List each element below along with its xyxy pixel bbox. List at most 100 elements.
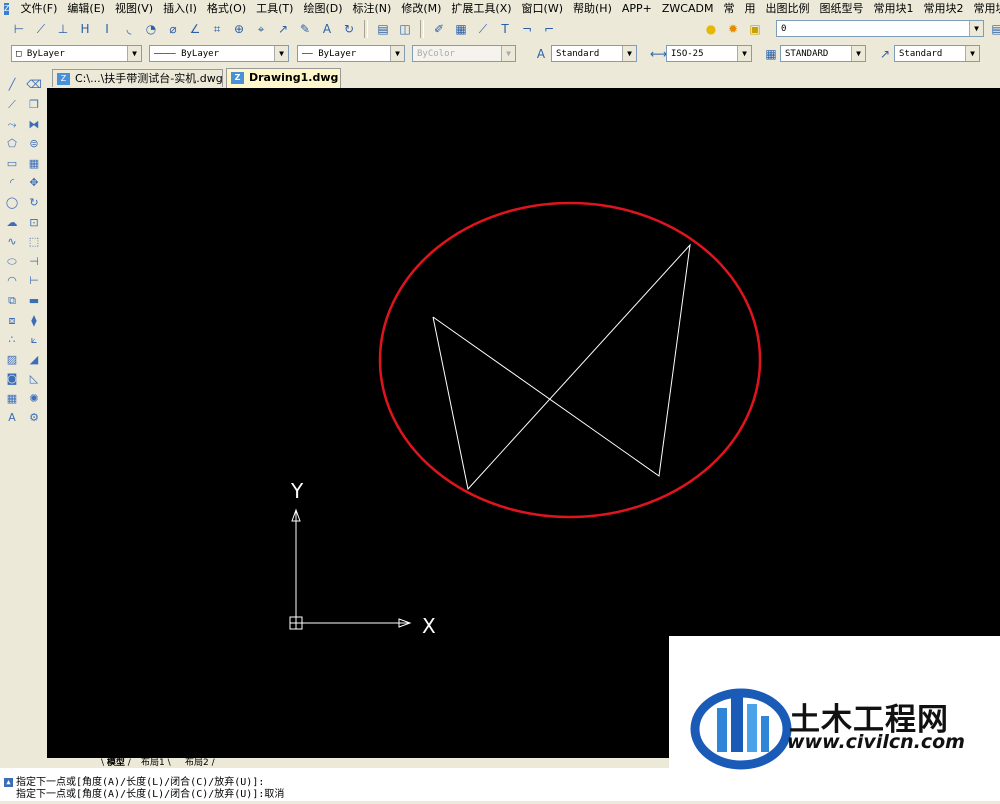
menu-tools[interactable]: 工具(T) — [251, 0, 298, 17]
dim-baseline-icon[interactable]: H — [76, 20, 94, 38]
rotate-icon[interactable]: ↻ — [26, 195, 42, 211]
menu-chang[interactable]: 常 — [718, 0, 739, 17]
menu-app-plus[interactable]: APP+ — [617, 0, 657, 17]
dim-leader-icon[interactable]: ↗ — [274, 20, 292, 38]
dim-arc-icon[interactable]: ◟ — [120, 20, 138, 38]
lightbulb-icon[interactable]: ● — [702, 20, 720, 38]
menu-zwcadm[interactable]: ZWCADM — [657, 0, 719, 17]
arc-icon[interactable]: ◜ — [4, 175, 20, 191]
erase-icon[interactable]: ⌫ — [26, 77, 42, 93]
tab-doc-2[interactable]: Z Drawing1.dwg — [226, 68, 341, 88]
line-icon[interactable]: ╱ — [4, 77, 20, 93]
region-icon[interactable]: ◙ — [4, 371, 20, 387]
menu-block3[interactable]: 常用块3 — [968, 0, 1000, 17]
dim-style-dropdown[interactable]: ISO-25 ▼ — [666, 45, 752, 62]
revcloud-icon[interactable]: ☁ — [4, 215, 20, 231]
xline-icon[interactable]: ⟋ — [4, 97, 20, 113]
menu-file[interactable]: 文件(F) — [15, 0, 62, 17]
polygon-icon[interactable]: ⬠ — [4, 136, 20, 152]
ellipse-arc-icon[interactable]: ◠ — [4, 273, 20, 289]
hatch-icon[interactable]: ▨ — [4, 352, 20, 368]
menu-edit[interactable]: 编辑(E) — [62, 0, 110, 17]
menu-extend-tools[interactable]: 扩展工具(X) — [446, 0, 516, 17]
layer-props-icon[interactable]: ▤ — [988, 20, 1000, 38]
join-icon[interactable]: ⧫ — [26, 313, 42, 329]
explode-icon[interactable]: ✺ — [26, 391, 42, 407]
dim-ordinate-icon[interactable]: ⊥ — [54, 20, 72, 38]
table-icon[interactable]: ▦ — [4, 391, 20, 407]
multileader-style-dropdown[interactable]: Standard ▼ — [894, 45, 980, 62]
extend-icon[interactable]: ⊢ — [26, 273, 42, 289]
app-icon[interactable]: Z — [4, 2, 10, 15]
line-break-icon[interactable]: ⌐ — [540, 20, 558, 38]
dim-diameter-icon[interactable]: ⌀ — [164, 20, 182, 38]
offset-icon[interactable]: ⊜ — [26, 136, 42, 152]
dim-quick-icon[interactable]: ⌗ — [208, 20, 226, 38]
menu-block1[interactable]: 常用块1 — [868, 0, 918, 17]
dim-tolerance-icon[interactable]: ⌖ — [252, 20, 270, 38]
mirror-icon[interactable]: ⧓ — [26, 117, 42, 133]
tab-model[interactable]: \ 模型 / — [101, 758, 131, 768]
point-icon[interactable]: ∴ — [4, 332, 20, 348]
dim-center-icon[interactable]: ⊕ — [230, 20, 248, 38]
menu-draw[interactable]: 绘图(D) — [298, 0, 347, 17]
polyline-icon[interactable]: ⤳ — [4, 117, 20, 133]
field-icon[interactable]: ¬ — [518, 20, 536, 38]
dim-style-icon[interactable]: ⟷ — [649, 45, 667, 63]
tab-doc-1[interactable]: Z C:\...\扶手带测试台-实机.dwg — [52, 69, 223, 87]
copy-icon[interactable]: ❐ — [26, 97, 42, 113]
menu-help[interactable]: 帮助(H) — [568, 0, 617, 17]
tab-layout2[interactable]: 布局2 / — [185, 758, 215, 768]
break-icon[interactable]: ▬ — [26, 293, 42, 309]
table-insert-icon[interactable]: ▦ — [452, 20, 470, 38]
menu-block2[interactable]: 常用块2 — [918, 0, 968, 17]
ellipse-icon[interactable]: ⬭ — [4, 254, 20, 270]
insert-block-icon[interactable]: ⧉ — [4, 293, 20, 309]
text-style-icon[interactable]: A — [532, 45, 550, 63]
layer-dropdown[interactable]: 0 ▼ — [776, 20, 984, 37]
trim-icon[interactable]: ⊣ — [26, 254, 42, 270]
table-style-icon[interactable]: ▦ — [762, 45, 780, 63]
text-icon[interactable]: T — [496, 20, 514, 38]
menu-insert[interactable]: 插入(I) — [158, 0, 202, 17]
move-icon[interactable]: ✥ — [26, 175, 42, 191]
menu-plot-scale[interactable]: 出图比例 — [760, 0, 814, 17]
command-history-icon[interactable]: ▲ — [4, 778, 13, 787]
chamfer-icon[interactable]: ⟀ — [26, 332, 42, 348]
circle-icon[interactable]: ◯ — [4, 195, 20, 211]
sun-icon[interactable]: ✹ — [724, 20, 742, 38]
layer-manager-icon[interactable]: ▤ — [374, 20, 392, 38]
menu-format[interactable]: 格式(O) — [202, 0, 251, 17]
fillet-icon[interactable]: ◢ — [26, 352, 42, 368]
dim-continue-icon[interactable]: I — [98, 20, 116, 38]
menu-dimension[interactable]: 标注(N) — [348, 0, 397, 17]
leader-icon[interactable]: ⟋ — [474, 20, 492, 38]
dim-edit-icon[interactable]: ✎ — [296, 20, 314, 38]
menu-window[interactable]: 窗口(W) — [517, 0, 568, 17]
text-style-dropdown[interactable]: Standard ▼ — [551, 45, 637, 62]
table-style-dropdown[interactable]: STANDARD ▼ — [780, 45, 866, 62]
layer-previous-icon[interactable]: ◫ — [396, 20, 414, 38]
lineweight-dropdown[interactable]: —— ByLayer ▼ — [297, 45, 405, 62]
menu-yong[interactable]: 用 — [739, 0, 760, 17]
linetype-dropdown[interactable]: ———— ByLayer ▼ — [149, 45, 289, 62]
rectangle-icon[interactable]: ▭ — [4, 156, 20, 172]
scale-icon[interactable]: ⊡ — [26, 215, 42, 231]
mtext-icon[interactable]: A — [4, 410, 20, 426]
make-block-icon[interactable]: ⧈ — [4, 313, 20, 329]
dim-angular-icon[interactable]: ∠ — [186, 20, 204, 38]
dim-update-icon[interactable]: ↻ — [340, 20, 358, 38]
tab-layout1[interactable]: 布局1 \ — [141, 758, 171, 768]
bowtie-polyline[interactable] — [432, 243, 691, 491]
multileader-style-icon[interactable]: ↗ — [876, 45, 894, 63]
lengthen-icon[interactable]: ◺ — [26, 371, 42, 387]
menu-view[interactable]: 视图(V) — [110, 0, 158, 17]
match-properties-icon[interactable]: ✐ — [430, 20, 448, 38]
properties-icon[interactable]: ⚙ — [26, 410, 42, 426]
stretch-icon[interactable]: ⬚ — [26, 234, 42, 250]
lock-icon[interactable]: ▣ — [746, 20, 764, 38]
dim-text-edit-icon[interactable]: A — [318, 20, 336, 38]
dim-linear-icon[interactable]: ⊢ — [10, 20, 28, 38]
dim-aligned-icon[interactable]: ⟋ — [32, 20, 50, 38]
dim-radius-icon[interactable]: ◔ — [142, 20, 160, 38]
